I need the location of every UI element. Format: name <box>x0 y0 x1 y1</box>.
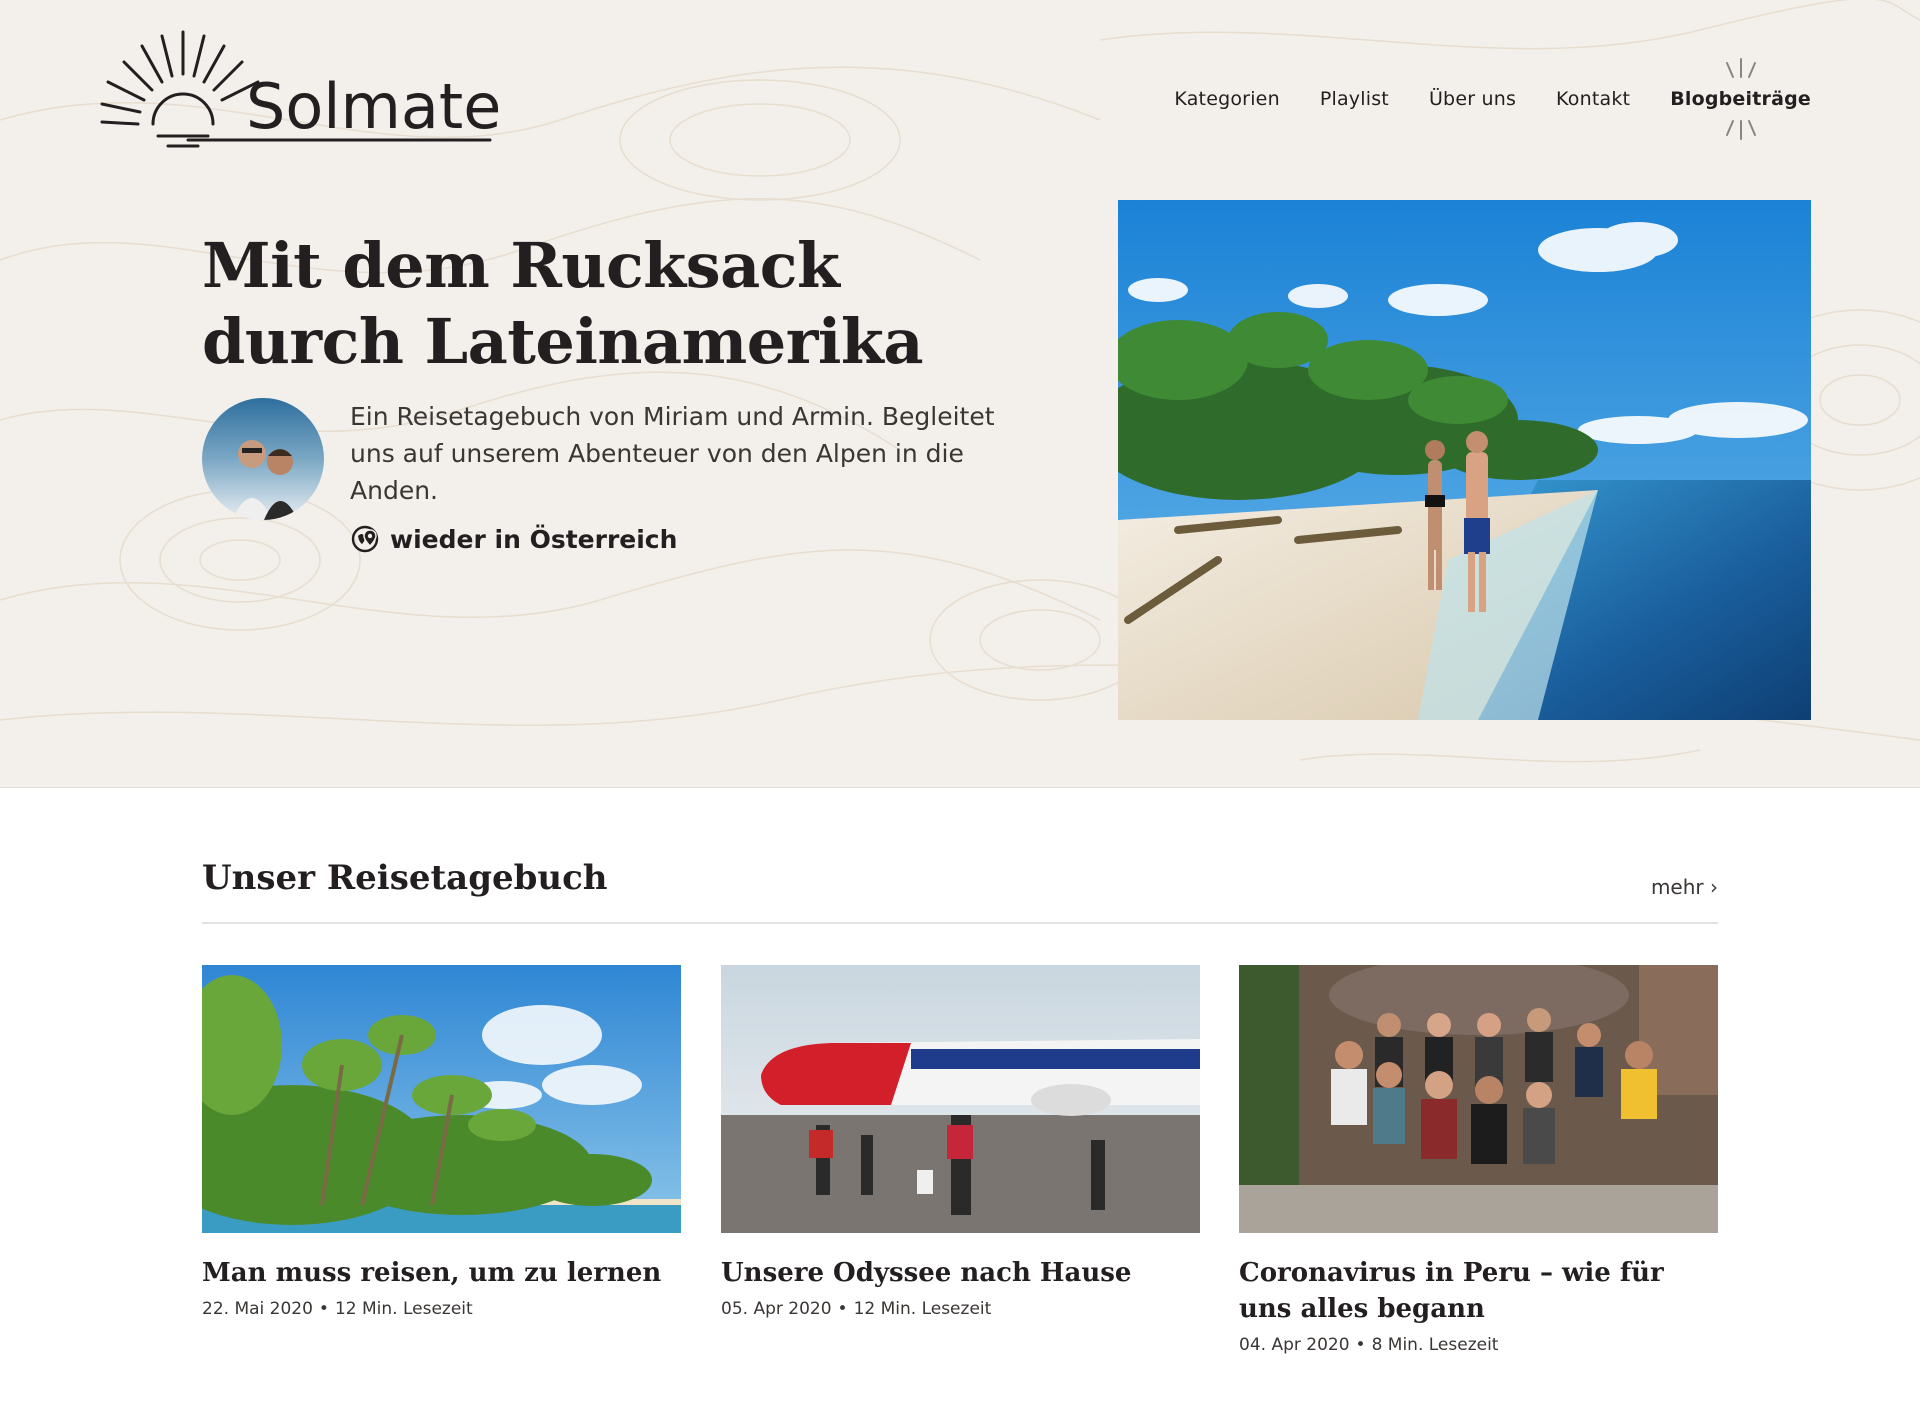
brand-name: Solmates <box>246 70 498 143</box>
meta-separator: • <box>837 1299 848 1319</box>
active-rays-icon <box>1725 120 1756 140</box>
active-rays-icon <box>1725 58 1756 78</box>
post-read-time: 12 Min. Lesezeit <box>334 1299 473 1319</box>
nav-kategorien[interactable]: Kategorien <box>1174 88 1279 110</box>
post-card[interactable]: Unsere Odyssee nach Hause 05. Apr 2020 • 1… <box>721 965 1200 1319</box>
section-divider <box>202 922 1718 924</box>
post-thumbnail-palms[interactable] <box>202 965 681 1233</box>
post-meta: 04. Apr 2020 • 8 Min. Lesezeit <box>1239 1335 1718 1355</box>
location-status: wieder in Österreich <box>350 524 677 554</box>
globe-pin-icon <box>351 525 379 553</box>
post-thumbnail-airplane[interactable] <box>721 965 1200 1233</box>
authors-avatar <box>202 398 324 520</box>
hero-title: Mit dem Rucksack durch Lateinamerika <box>202 229 924 378</box>
post-card[interactable]: Man muss reisen, um zu lernen 22. Mai 20… <box>202 965 681 1319</box>
post-read-time: 12 Min. Lesezeit <box>853 1299 992 1319</box>
post-meta: 22. Mai 2020 • 12 Min. Lesezeit <box>202 1299 681 1319</box>
nav-kontakt[interactable]: Kontakt <box>1556 88 1630 110</box>
post-card[interactable]: Coronavirus in Peru – wie für uns alles … <box>1239 965 1718 1355</box>
nav-blogbeitraege[interactable]: Blogbeiträge <box>1670 58 1811 140</box>
post-meta: 05. Apr 2020 • 12 Min. Lesezeit <box>721 1299 1200 1319</box>
nav-playlist[interactable]: Playlist <box>1320 88 1389 110</box>
hero-description: Ein Reisetagebuch von Miriam und Armin. … <box>350 402 995 505</box>
solmates-logo[interactable]: Solmates <box>98 24 498 164</box>
hero-section: Solmates Kategorien Playlist Über uns Ko… <box>0 0 1920 788</box>
post-read-time: 8 Min. Lesezeit <box>1371 1335 1499 1355</box>
location-label: wieder in Österreich <box>390 524 678 554</box>
post-title[interactable]: Man muss reisen, um zu lernen <box>202 1255 681 1291</box>
post-thumbnail-group[interactable] <box>1239 965 1718 1233</box>
hero-beach-photo[interactable] <box>1118 200 1811 720</box>
section-title: Unser Reisetagebuch <box>202 858 608 898</box>
more-link[interactable]: mehr › <box>1651 875 1718 899</box>
meta-separator: • <box>1355 1335 1366 1355</box>
meta-separator: • <box>318 1299 329 1319</box>
post-title[interactable]: Unsere Odyssee nach Hause <box>721 1255 1200 1291</box>
nav-blogbeitraege-label: Blogbeiträge <box>1670 88 1811 110</box>
post-date: 05. Apr 2020 <box>721 1299 832 1319</box>
nav-ueber-uns[interactable]: Über uns <box>1429 88 1516 110</box>
post-date: 04. Apr 2020 <box>1239 1335 1350 1355</box>
main-nav: Kategorien Playlist Über uns Kontakt Blo… <box>1174 58 1811 140</box>
post-title[interactable]: Coronavirus in Peru – wie für uns alles … <box>1239 1255 1718 1327</box>
post-date: 22. Mai 2020 <box>202 1299 313 1319</box>
